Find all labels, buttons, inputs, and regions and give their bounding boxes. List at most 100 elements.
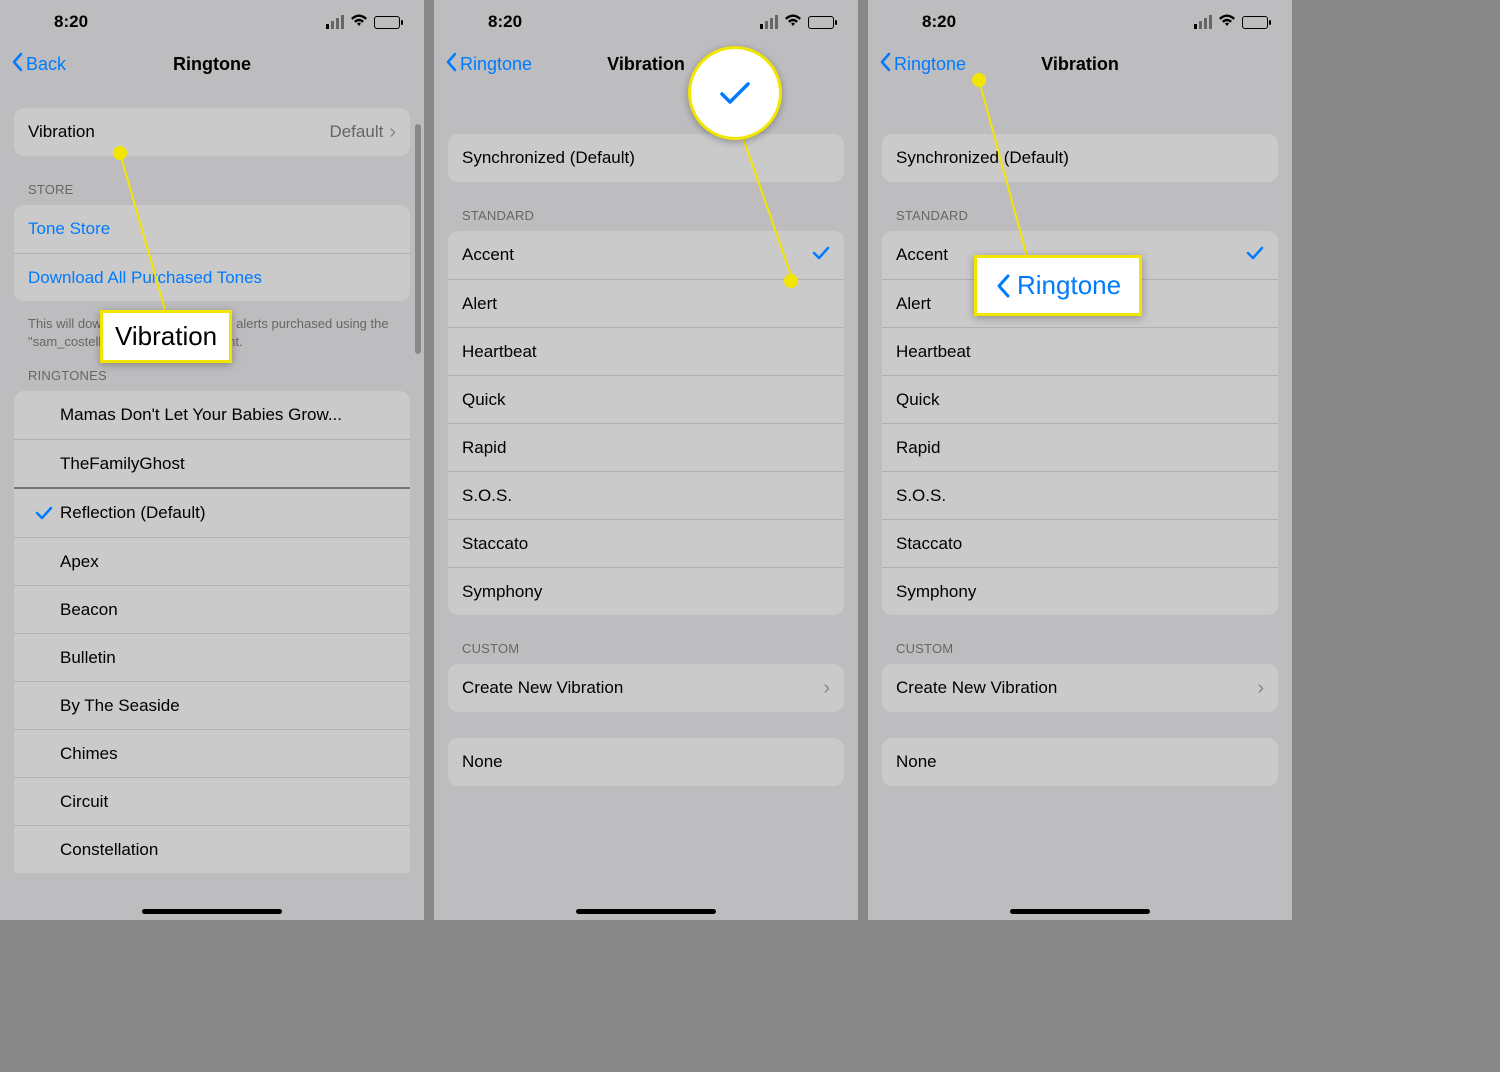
status-bar: 8:20 [434, 0, 858, 40]
chevron-right-icon: › [823, 677, 830, 700]
battery-icon [808, 16, 834, 29]
list-item[interactable]: Accent [448, 231, 844, 279]
checkmark-icon [1246, 245, 1264, 265]
ringtones-header: RINGTONES [14, 368, 410, 391]
list-item[interactable]: TheFamilyGhost [14, 439, 410, 487]
list-item[interactable]: Rapid [448, 423, 844, 471]
content: Vibration Default › STORE Tone Store Dow… [0, 108, 424, 899]
content: Synchronized (Default) STANDARD Accent A… [868, 134, 1292, 812]
list-item[interactable]: Heartbeat [882, 327, 1278, 375]
list-item[interactable]: Heartbeat [448, 327, 844, 375]
checkmark-icon [28, 506, 60, 520]
status-icons [1194, 13, 1268, 32]
back-button[interactable]: Ringtone [878, 52, 966, 77]
list-item[interactable]: By The Seaside [14, 681, 410, 729]
checkmark-icon [718, 80, 752, 106]
home-indicator[interactable] [576, 909, 716, 914]
cell-signal-icon [1194, 15, 1212, 29]
sync-row[interactable]: Synchronized (Default) [882, 134, 1278, 182]
screenshot-3: 8:20 Ringtone Vibration Synchronized (De… [868, 0, 1292, 920]
home-indicator[interactable] [142, 909, 282, 914]
chevron-right-icon: › [1257, 677, 1264, 700]
create-vibration-row[interactable]: Create New Vibration › [448, 664, 844, 712]
none-group: None [448, 738, 844, 786]
download-row[interactable]: Download All Purchased Tones [14, 253, 410, 301]
callout-checkmark [688, 46, 782, 140]
custom-group: Create New Vibration › [448, 664, 844, 712]
list-item[interactable]: Mamas Don't Let Your Babies Grow... [14, 391, 410, 439]
back-button-callout: Ringtone [995, 270, 1121, 301]
list-item[interactable]: Chimes [14, 729, 410, 777]
none-row[interactable]: None [448, 738, 844, 786]
callout-back-ringtone: Ringtone [974, 255, 1142, 316]
wifi-icon [784, 13, 802, 32]
back-label: Ringtone [460, 54, 532, 75]
vibration-row[interactable]: Vibration Default › [14, 108, 410, 156]
wifi-icon [1218, 13, 1236, 32]
custom-group: Create New Vibration › [882, 664, 1278, 712]
status-icons [760, 13, 834, 32]
home-indicator[interactable] [1010, 909, 1150, 914]
status-icons [326, 13, 400, 32]
screenshot-1: 8:20 Back Ringtone Vibration Default › S… [0, 0, 424, 920]
status-time: 8:20 [24, 12, 88, 32]
status-bar: 8:20 [0, 0, 424, 40]
back-button[interactable]: Back [10, 52, 66, 77]
list-item-selected[interactable]: Reflection (Default) [14, 489, 410, 537]
cell-signal-icon [326, 15, 344, 29]
cell-signal-icon [760, 15, 778, 29]
list-item[interactable]: Beacon [14, 585, 410, 633]
standard-group: Accent Alert Heartbeat Quick Rapid S.O.S… [448, 231, 844, 615]
vibration-label: Vibration [28, 122, 329, 142]
wifi-icon [350, 13, 368, 32]
sync-group: Synchronized (Default) [882, 134, 1278, 182]
list-item[interactable]: S.O.S. [448, 471, 844, 519]
chevron-right-icon: › [389, 121, 396, 144]
list-item[interactable]: Constellation [14, 825, 410, 873]
back-label: Ringtone [894, 54, 966, 75]
back-label: Back [26, 54, 66, 75]
vibration-value: Default [329, 122, 383, 142]
none-row[interactable]: None [882, 738, 1278, 786]
chevron-left-icon [10, 52, 24, 77]
list-item[interactable]: Staccato [448, 519, 844, 567]
callout-marker [972, 73, 986, 87]
ringtones-custom: Mamas Don't Let Your Babies Grow... TheF… [14, 391, 410, 487]
list-item[interactable]: Alert [448, 279, 844, 327]
nav-bar: Back Ringtone [0, 40, 424, 88]
list-item[interactable]: Rapid [882, 423, 1278, 471]
sync-row[interactable]: Synchronized (Default) [448, 134, 844, 182]
list-item[interactable]: Staccato [882, 519, 1278, 567]
nav-bar: Ringtone Vibration [868, 40, 1292, 88]
list-item[interactable]: Symphony [882, 567, 1278, 615]
chevron-left-icon [995, 273, 1011, 299]
ringtones-stock: Reflection (Default) Apex Beacon Bulleti… [14, 489, 410, 873]
status-time: 8:20 [892, 12, 956, 32]
tone-store-row[interactable]: Tone Store [14, 205, 410, 253]
chevron-left-icon [444, 52, 458, 77]
download-label: Download All Purchased Tones [28, 268, 396, 288]
content: Synchronized (Default) STANDARD Accent A… [434, 134, 858, 812]
store-header: STORE [14, 182, 410, 205]
checkmark-icon [812, 245, 830, 265]
chevron-left-icon [878, 52, 892, 77]
list-item[interactable]: Apex [14, 537, 410, 585]
list-item[interactable]: S.O.S. [882, 471, 1278, 519]
back-button[interactable]: Ringtone [444, 52, 532, 77]
store-group: Tone Store Download All Purchased Tones [14, 205, 410, 301]
sync-group: Synchronized (Default) [448, 134, 844, 182]
list-item[interactable]: Quick [448, 375, 844, 423]
list-item[interactable]: Quick [882, 375, 1278, 423]
scrollbar[interactable] [415, 124, 421, 354]
custom-header: CUSTOM [882, 641, 1278, 664]
callout-vibration: Vibration [100, 310, 232, 363]
standard-header: STANDARD [882, 208, 1278, 231]
create-vibration-row[interactable]: Create New Vibration › [882, 664, 1278, 712]
list-item[interactable]: Circuit [14, 777, 410, 825]
list-item[interactable]: Bulletin [14, 633, 410, 681]
list-item[interactable]: Symphony [448, 567, 844, 615]
callout-marker [113, 146, 127, 160]
custom-header: CUSTOM [448, 641, 844, 664]
screenshot-2: 8:20 Ringtone Vibration Synchronized (De… [434, 0, 858, 920]
none-group: None [882, 738, 1278, 786]
